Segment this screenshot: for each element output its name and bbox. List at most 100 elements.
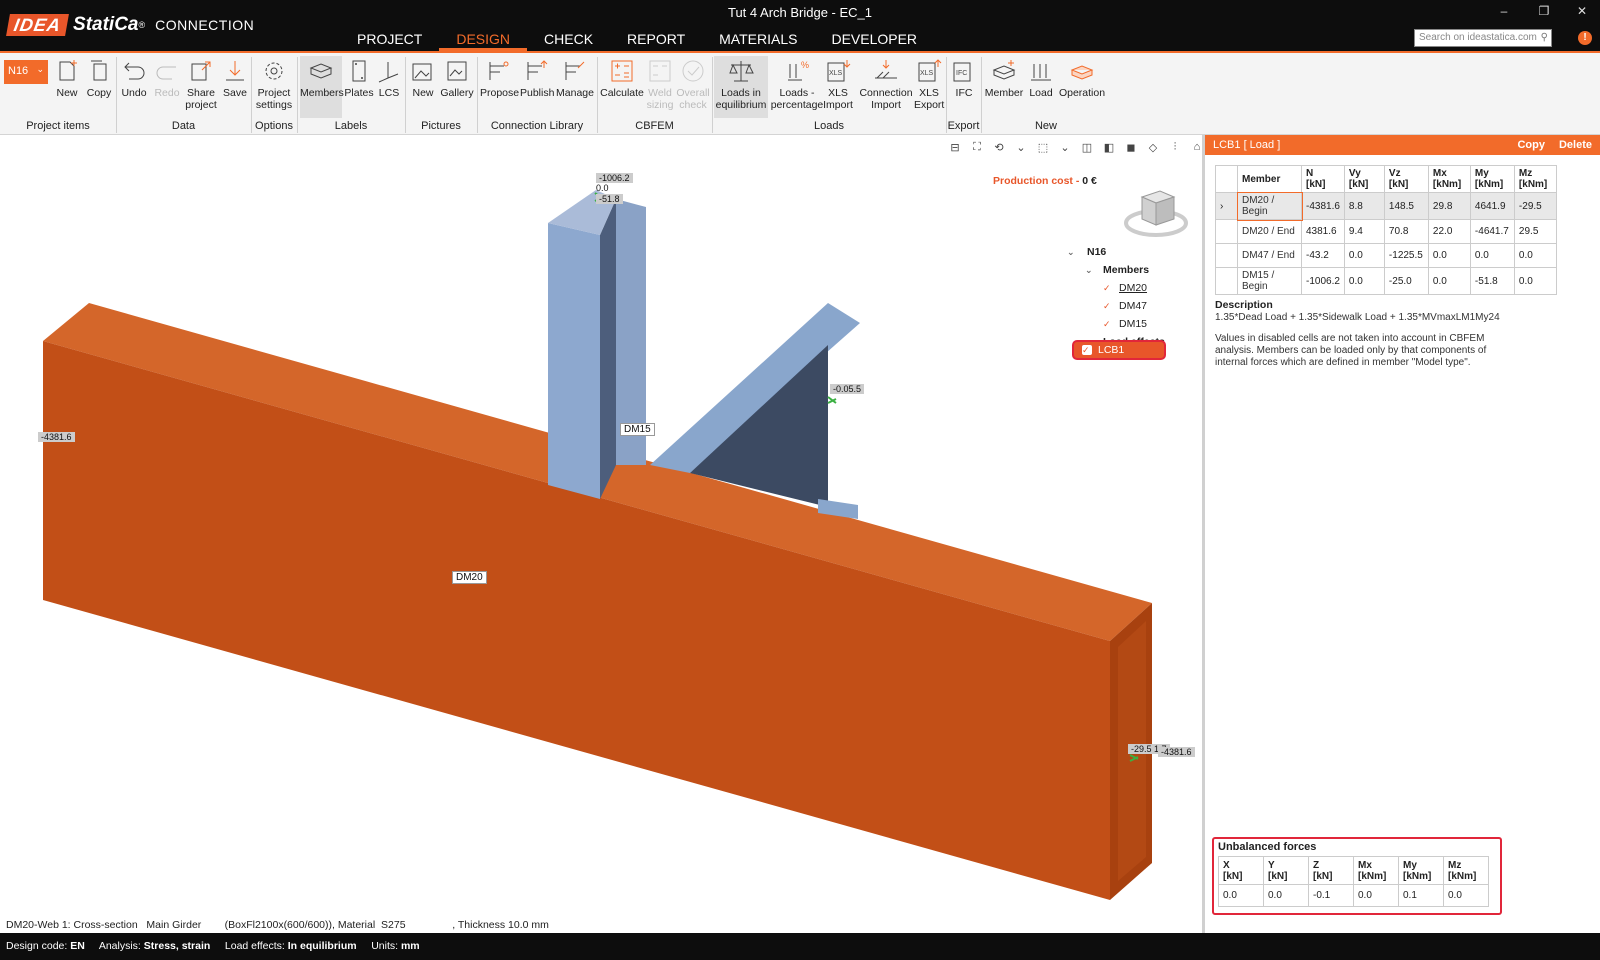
tree-member-item[interactable]: ✓ DM15: [1067, 315, 1165, 333]
cell-my[interactable]: -51.8: [1469, 267, 1515, 295]
node-select[interactable]: N16 ⌄: [4, 60, 48, 84]
menu-materials[interactable]: MATERIALS: [702, 29, 814, 51]
row-handle[interactable]: [1215, 243, 1238, 268]
copy-button[interactable]: Copy: [1517, 139, 1545, 151]
copy-button[interactable]: Copy: [84, 56, 114, 118]
viewcube-icon[interactable]: [1124, 183, 1188, 243]
cell-mz[interactable]: 29.5: [1513, 219, 1557, 244]
weld-sizing-button[interactable]: Weld sizing: [646, 56, 674, 118]
solid-icon[interactable]: ◼: [1122, 141, 1140, 157]
redo-button[interactable]: Redo: [152, 56, 182, 118]
new-button[interactable]: New: [52, 56, 82, 118]
loads-in-equilibrium-button[interactable]: Loads in equilibrium: [714, 56, 768, 118]
cell-mz[interactable]: -29.5: [1513, 192, 1557, 220]
cell-member[interactable]: DM47 / End: [1237, 243, 1302, 268]
chevron-down-icon[interactable]: ⌄: [1012, 141, 1030, 157]
calculate-button[interactable]: Calculate: [600, 56, 644, 118]
ifc-export-button[interactable]: IFC IFC: [950, 56, 978, 118]
cell-n[interactable]: 4381.6: [1301, 219, 1345, 244]
tree-member-item[interactable]: ✓ DM47: [1067, 297, 1165, 315]
minimize-icon[interactable]: –: [1494, 4, 1514, 18]
tree-members-group[interactable]: ⌄ Members: [1067, 261, 1165, 279]
description-text[interactable]: 1.35*Dead Load + 1.35*Sidewalk Load + 1.…: [1215, 312, 1585, 323]
fit-view-icon[interactable]: ⛶: [968, 141, 986, 157]
cell-mx[interactable]: 22.0: [1427, 219, 1471, 244]
cell-member[interactable]: DM20 / End: [1237, 219, 1302, 244]
tree-member-item[interactable]: ✓ DM20: [1067, 279, 1165, 297]
menu-design[interactable]: DESIGN: [439, 29, 528, 51]
xls-export-button[interactable]: XLS XLS Export: [914, 56, 944, 118]
manage-button[interactable]: Manage: [556, 56, 594, 118]
cell-my[interactable]: -4641.7: [1469, 219, 1515, 244]
member-label-dm20[interactable]: DM20: [452, 571, 487, 584]
share-project-button[interactable]: Share project: [184, 56, 218, 118]
column-dm15-flange-front[interactable]: [548, 223, 600, 499]
column-dm15-web[interactable]: [600, 199, 616, 499]
row-handle[interactable]: [1215, 219, 1238, 244]
table-row[interactable]: › DM20 / Begin -4381.6 8.8 148.5 29.8 4641.9 -2…: [1215, 191, 1557, 221]
lcs-button[interactable]: LCS: [376, 56, 402, 118]
checkbox-icon[interactable]: ✓: [1103, 301, 1113, 311]
overall-check-button[interactable]: Overall check: [676, 56, 710, 118]
chevron-down-icon[interactable]: ⌄: [1067, 243, 1075, 261]
new-load-button[interactable]: Load: [1026, 56, 1056, 118]
menu-developer[interactable]: DEVELOPER: [814, 29, 934, 51]
section-icon[interactable]: ◇: [1144, 141, 1162, 157]
info-icon[interactable]: !: [1578, 31, 1592, 45]
cell-vy[interactable]: 8.8: [1343, 192, 1385, 220]
cell-n[interactable]: -1006.2: [1301, 267, 1345, 295]
cell-my[interactable]: 0.0: [1469, 243, 1515, 268]
save-button[interactable]: Save: [220, 56, 250, 118]
dimension-icon[interactable]: ⊟: [946, 141, 964, 157]
member-label-dm15[interactable]: DM15: [620, 423, 655, 436]
xls-import-button[interactable]: XLS XLS Import: [822, 56, 854, 118]
restore-icon[interactable]: ❐: [1534, 4, 1554, 18]
row-handle[interactable]: [1215, 267, 1238, 295]
gallery-button[interactable]: Gallery: [440, 56, 474, 118]
cell-n[interactable]: -4381.6: [1301, 192, 1345, 220]
loads-percentage-button[interactable]: % Loads - percentage: [770, 56, 824, 118]
mirror-icon[interactable]: ⫶: [1166, 141, 1184, 157]
menu-check[interactable]: CHECK: [527, 29, 610, 51]
search-icon[interactable]: ⚲: [1541, 32, 1548, 43]
new-member-button[interactable]: Member: [984, 56, 1024, 118]
menu-project[interactable]: PROJECT: [340, 29, 439, 51]
propose-button[interactable]: Propose: [480, 56, 519, 118]
undo-button[interactable]: Undo: [118, 56, 150, 118]
cell-vy[interactable]: 0.0: [1343, 267, 1385, 295]
menu-report[interactable]: REPORT: [610, 29, 702, 51]
picture-new-button[interactable]: New: [408, 56, 438, 118]
publish-button[interactable]: Publish: [520, 56, 554, 118]
cell-vz[interactable]: -25.0: [1383, 267, 1429, 295]
checkbox-icon[interactable]: ✓: [1103, 283, 1113, 293]
chevron-down-icon[interactable]: ⌄: [1085, 261, 1093, 279]
plates-button[interactable]: Plates: [344, 56, 374, 118]
transparent-icon[interactable]: ◧: [1100, 141, 1118, 157]
members-button[interactable]: Members: [300, 56, 344, 118]
row-expand-icon[interactable]: ›: [1215, 192, 1238, 220]
cell-mz[interactable]: 0.0: [1513, 243, 1557, 268]
cell-vz[interactable]: 148.5: [1383, 192, 1429, 220]
rotate-icon[interactable]: ⟲: [990, 141, 1008, 157]
3d-viewport[interactable]: -1006.2 0.0 -51.8 -4381.6 -0.05.5 -29.5 …: [0, 135, 1200, 933]
checkbox-icon[interactable]: ✓: [1082, 345, 1092, 355]
table-row[interactable]: DM15 / Begin -1006.2 0.0 -25.0 0.0 -51.8 0.0: [1215, 267, 1557, 295]
close-icon[interactable]: ✕: [1572, 4, 1592, 18]
cell-n[interactable]: -43.2: [1301, 243, 1345, 268]
delete-button[interactable]: Delete: [1559, 139, 1592, 151]
cell-my[interactable]: 4641.9: [1469, 192, 1515, 220]
cell-mx[interactable]: 29.8: [1427, 192, 1471, 220]
table-row[interactable]: DM47 / End -43.2 0.0 -1225.5 0.0 0.0 0.0: [1215, 243, 1557, 268]
wireframe-icon[interactable]: ◫: [1078, 141, 1096, 157]
new-operation-button[interactable]: Operation: [1058, 56, 1106, 118]
cell-member[interactable]: DM15 / Begin: [1237, 267, 1302, 295]
3d-scene[interactable]: [0, 135, 1200, 933]
search-input[interactable]: Search on ideastatica.com ⚲: [1414, 29, 1552, 47]
chevron-down-icon[interactable]: ⌄: [1056, 141, 1074, 157]
select-box-icon[interactable]: ⬚: [1034, 141, 1052, 157]
cell-vz[interactable]: 70.8: [1383, 219, 1429, 244]
checkbox-icon[interactable]: ✓: [1103, 319, 1113, 329]
cell-mx[interactable]: 0.0: [1427, 243, 1471, 268]
tree-node[interactable]: ⌄ N16: [1067, 243, 1165, 261]
cell-vz[interactable]: -1225.5: [1383, 243, 1429, 268]
